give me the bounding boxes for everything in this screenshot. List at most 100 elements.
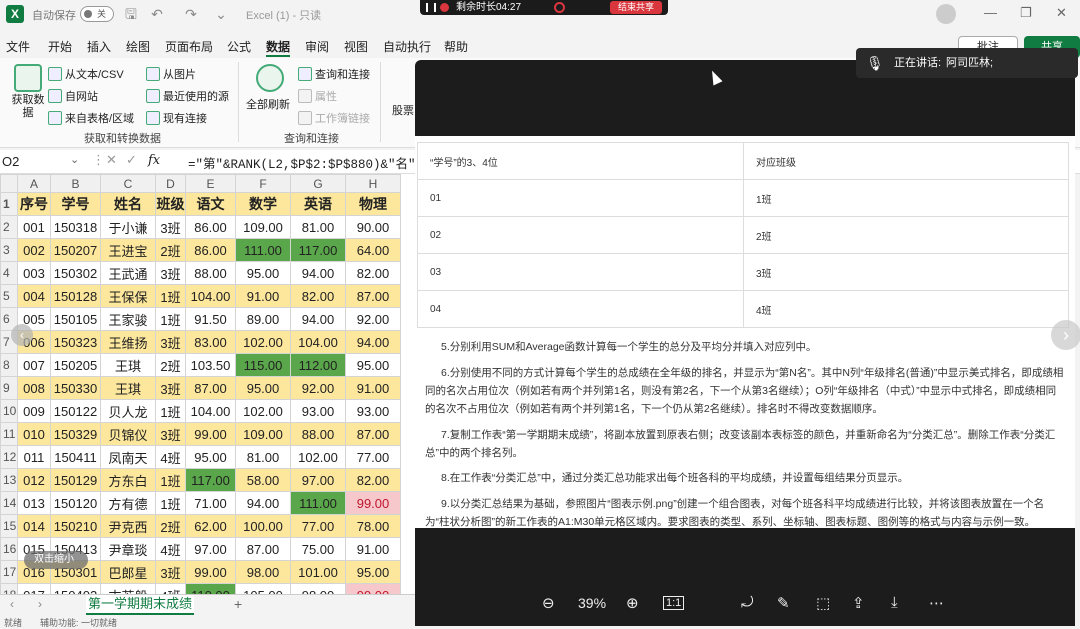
header-cell[interactable]: 英语: [290, 192, 346, 216]
redo-icon[interactable]: ↷: [182, 5, 200, 23]
cell[interactable]: 150402: [50, 583, 101, 594]
cell[interactable]: 150411: [50, 445, 101, 469]
menu-tab[interactable]: 页面布局: [165, 38, 213, 55]
cell[interactable]: 1班: [155, 399, 186, 423]
undo-icon[interactable]: ↶: [148, 5, 166, 23]
cell[interactable]: 88.00: [185, 261, 236, 285]
get-data-button[interactable]: 获取数据: [8, 94, 48, 120]
edit-icon[interactable]: ✎: [777, 594, 790, 612]
cell[interactable]: 101.00: [290, 560, 346, 584]
sheet-tab-first-term[interactable]: 第一学期期末成绩: [86, 595, 194, 615]
cell[interactable]: 75.00: [290, 537, 346, 561]
refresh-all-button[interactable]: 全部刷新: [246, 96, 290, 112]
cell[interactable]: 150323: [50, 330, 101, 354]
cell[interactable]: 93.00: [345, 399, 401, 423]
stop-share-button[interactable]: 结束共享: [609, 1, 662, 14]
cell[interactable]: 64.00: [345, 238, 401, 262]
autosave-toggle[interactable]: 关: [80, 6, 114, 22]
cell[interactable]: 2班: [155, 238, 186, 262]
existing-connections-button[interactable]: 现有连接: [146, 110, 207, 126]
cell[interactable]: 82.00: [290, 284, 346, 308]
menu-tab[interactable]: 文件: [6, 38, 30, 55]
column-header[interactable]: D: [155, 174, 186, 193]
row-number[interactable]: 11: [0, 422, 18, 446]
cell[interactable]: 150205: [50, 353, 101, 377]
cell[interactable]: 99.00: [345, 583, 401, 594]
cell[interactable]: 97.00: [290, 468, 346, 492]
cell[interactable]: 111.00: [235, 238, 291, 262]
cell[interactable]: 凤南天: [100, 445, 156, 469]
minimize-icon[interactable]: —: [984, 5, 997, 20]
cell[interactable]: 3班: [155, 215, 186, 239]
recent-sources-button[interactable]: 最近使用的源: [146, 88, 229, 104]
row-number[interactable]: 1: [0, 192, 18, 216]
cell[interactable]: 3班: [155, 422, 186, 446]
cell[interactable]: 105.00: [235, 583, 291, 594]
cell[interactable]: 94.00: [235, 491, 291, 515]
cell[interactable]: 117.00: [290, 238, 346, 262]
cell[interactable]: 86.00: [185, 238, 236, 262]
cell[interactable]: 87.00: [345, 284, 401, 308]
cell[interactable]: 王琪: [100, 353, 156, 377]
cell[interactable]: 3班: [155, 560, 186, 584]
cell[interactable]: 81.00: [290, 215, 346, 239]
next-arrow-icon[interactable]: ›: [1051, 320, 1080, 350]
customize-icon[interactable]: ⌄: [212, 5, 230, 23]
cell[interactable]: 81.00: [235, 445, 291, 469]
cell[interactable]: 150128: [50, 284, 101, 308]
queries-connections-button[interactable]: 查询和连接: [298, 66, 370, 82]
cell[interactable]: 115.00: [235, 353, 291, 377]
cell[interactable]: 100.00: [235, 514, 291, 538]
zoom-out-icon[interactable]: ⊖: [542, 594, 555, 612]
cell[interactable]: 99.00: [185, 422, 236, 446]
cell[interactable]: 002: [17, 238, 51, 262]
tab-prev-icon[interactable]: ‹: [10, 597, 14, 611]
cell[interactable]: 99.00: [345, 491, 401, 515]
row-number[interactable]: 14: [0, 491, 18, 515]
cell[interactable]: 于小谦: [100, 215, 156, 239]
cell-table[interactable]: A B C D E F G H 1 序号 学号 姓名 班级 语文 数学 英语 物理 2 001 150318 于小谦 3班…: [0, 174, 401, 594]
cell[interactable]: 89.00: [235, 307, 291, 331]
stocks-button[interactable]: 股票: [392, 102, 414, 118]
cell[interactable]: 150302: [50, 261, 101, 285]
cell[interactable]: 91.50: [185, 307, 236, 331]
cell[interactable]: 82.00: [345, 261, 401, 285]
header-cell[interactable]: 序号: [17, 192, 51, 216]
cell[interactable]: 88.00: [290, 422, 346, 446]
cell[interactable]: 102.00: [290, 445, 346, 469]
cell[interactable]: 150330: [50, 376, 101, 400]
cell[interactable]: 98.00: [290, 583, 346, 594]
row-number[interactable]: 3: [0, 238, 18, 262]
cell[interactable]: 008: [17, 376, 51, 400]
cell[interactable]: 117.00: [185, 468, 236, 492]
from-picture-button[interactable]: 从图片: [146, 66, 196, 82]
cell[interactable]: 102.00: [235, 330, 291, 354]
cell[interactable]: 91.00: [345, 537, 401, 561]
restore-icon[interactable]: ❐: [1020, 5, 1032, 21]
cell[interactable]: 110.00: [185, 583, 236, 594]
cell[interactable]: 86.00: [185, 215, 236, 239]
share-icon[interactable]: ⇪: [852, 594, 865, 612]
header-cell[interactable]: 学号: [50, 192, 101, 216]
cell[interactable]: 尹章琰: [100, 537, 156, 561]
cell[interactable]: 3班: [155, 330, 186, 354]
header-cell[interactable]: 语文: [185, 192, 236, 216]
cell[interactable]: 112.00: [290, 353, 346, 377]
column-header[interactable]: H: [345, 174, 401, 193]
cell[interactable]: 93.00: [290, 399, 346, 423]
cell[interactable]: 150122: [50, 399, 101, 423]
cell[interactable]: 91.00: [345, 376, 401, 400]
cell[interactable]: 2班: [155, 353, 186, 377]
cell[interactable]: 009: [17, 399, 51, 423]
insert-function-icon[interactable]: fx: [148, 153, 160, 168]
cell[interactable]: 巴郎星: [100, 560, 156, 584]
row-number[interactable]: 5: [0, 284, 18, 308]
column-header[interactable]: G: [290, 174, 346, 193]
row-number[interactable]: 16: [0, 537, 18, 561]
more-icon[interactable]: ⋮: [92, 152, 105, 168]
cell[interactable]: 150329: [50, 422, 101, 446]
row-number[interactable]: 13: [0, 468, 18, 492]
workbook-links-button[interactable]: 工作簿链接: [298, 110, 370, 126]
cell[interactable]: 99.00: [185, 560, 236, 584]
cell[interactable]: 87.00: [235, 537, 291, 561]
